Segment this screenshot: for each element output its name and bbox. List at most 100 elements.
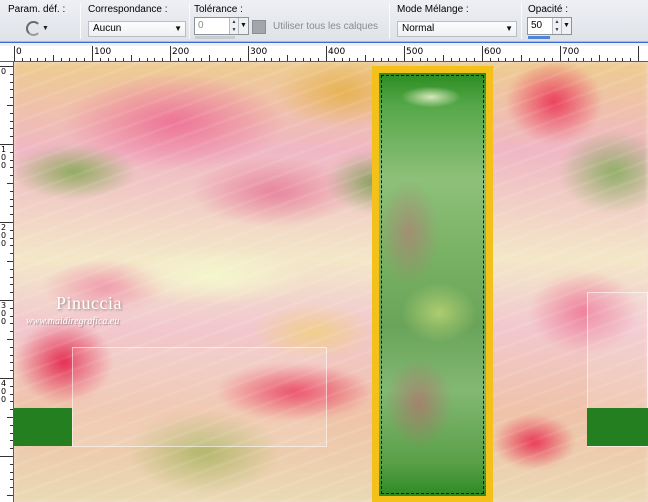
ruler-tick bbox=[10, 354, 13, 356]
ruler-tick bbox=[60, 58, 62, 61]
ruler-tick bbox=[380, 58, 382, 61]
ruler-tick bbox=[10, 307, 13, 309]
ruler-tick bbox=[10, 323, 13, 325]
ruler-label: 300 bbox=[250, 47, 268, 57]
ruler-tick bbox=[10, 128, 13, 130]
ruler-label: 0 bbox=[1, 395, 7, 404]
ruler-tick bbox=[287, 55, 288, 61]
blend-mode-dropdown[interactable]: Normal ▼ bbox=[397, 21, 517, 37]
translucent-frame-left bbox=[72, 347, 327, 447]
blend-mode-value: Normal bbox=[402, 23, 435, 34]
image-canvas[interactable]: Pinuccia www.maidiregrafica.eu bbox=[14, 62, 648, 502]
ruler-tick bbox=[10, 479, 13, 481]
ruler-tick bbox=[10, 409, 13, 411]
ruler-tick bbox=[427, 58, 429, 61]
tolerance-slider[interactable] bbox=[195, 36, 235, 39]
ruler-tick bbox=[10, 292, 13, 294]
use-all-layers-checkbox[interactable] bbox=[252, 20, 266, 34]
ruler-tick bbox=[10, 471, 13, 473]
ruler-tick bbox=[552, 58, 554, 61]
ruler-tick bbox=[29, 58, 31, 61]
separator bbox=[389, 3, 390, 39]
vertical-ruler[interactable]: 0100200300400 bbox=[0, 62, 14, 502]
ruler-tick bbox=[10, 346, 13, 348]
ruler-tick bbox=[10, 214, 13, 216]
ruler-tick bbox=[396, 58, 398, 61]
ruler-tick bbox=[84, 58, 86, 61]
tolerance-stepper[interactable]: ▲ ▼ bbox=[229, 18, 238, 34]
ruler-tick bbox=[138, 58, 140, 61]
ruler-tick bbox=[7, 417, 13, 418]
tolerance-spinbox[interactable]: 0 ▲ ▼ ▼ bbox=[194, 17, 249, 35]
ruler-tick bbox=[10, 190, 13, 192]
ruler-tick bbox=[10, 440, 13, 442]
ruler-tick bbox=[466, 58, 468, 61]
ruler-tick bbox=[193, 58, 195, 61]
ruler-label: 100 bbox=[94, 47, 112, 57]
tolerance-label: Tolérance : bbox=[194, 4, 243, 15]
ruler-tick bbox=[560, 46, 561, 61]
use-all-layers-label: Utiliser tous les calques bbox=[273, 21, 379, 32]
ruler-tick bbox=[240, 58, 242, 61]
ruler-tick bbox=[536, 58, 538, 61]
ruler-tick bbox=[10, 268, 13, 270]
ruler-tick bbox=[10, 245, 13, 247]
ruler-tick bbox=[10, 198, 13, 200]
tolerance-value: 0 bbox=[198, 20, 204, 31]
horizontal-ruler[interactable]: 0 100 200 300 400 500 600 700 bbox=[0, 46, 648, 62]
ruler-tick bbox=[107, 58, 109, 61]
opacity-slider[interactable] bbox=[528, 36, 550, 39]
watermark-url: www.maidiregrafica.eu bbox=[26, 316, 120, 327]
green-band-left bbox=[14, 408, 72, 446]
ruler-tick bbox=[302, 58, 304, 61]
green-band-right bbox=[587, 408, 648, 446]
ruler-tick bbox=[10, 448, 13, 450]
ruler-tick bbox=[544, 58, 546, 61]
ruler-tick bbox=[10, 393, 13, 395]
ruler-tick bbox=[497, 58, 499, 61]
ruler-label: 0 bbox=[1, 67, 7, 76]
ruler-tick bbox=[10, 89, 13, 91]
ruler-tick bbox=[310, 58, 312, 61]
ruler-tick bbox=[10, 362, 13, 364]
ruler-tick bbox=[10, 229, 13, 231]
chevron-down-icon[interactable]: ▼ bbox=[561, 18, 571, 34]
ruler-tick bbox=[154, 58, 156, 61]
separator bbox=[80, 3, 81, 39]
ruler-tick bbox=[14, 46, 15, 61]
ruler-tick bbox=[482, 46, 483, 61]
ruler-tick bbox=[443, 55, 444, 61]
preset-label: Param. déf. : bbox=[8, 4, 66, 15]
ruler-tick bbox=[255, 58, 257, 61]
ruler-tick bbox=[68, 58, 70, 61]
ruler-tick bbox=[10, 424, 13, 426]
ruler-tick bbox=[326, 46, 327, 61]
chevron-down-icon[interactable]: ▼ bbox=[238, 18, 248, 34]
ruler-tick bbox=[146, 58, 148, 61]
ruler-tick bbox=[10, 136, 13, 138]
opacity-stepper[interactable]: ▲ ▼ bbox=[552, 18, 561, 34]
ruler-tick bbox=[599, 55, 600, 61]
ruler-tick bbox=[10, 151, 13, 153]
opacity-spinbox[interactable]: 50 ▲ ▼ ▼ bbox=[527, 17, 572, 35]
ruler-tick bbox=[614, 58, 616, 61]
ruler-tick bbox=[10, 463, 13, 465]
ruler-tick bbox=[638, 46, 639, 61]
ruler-tick bbox=[575, 58, 577, 61]
ruler-tick bbox=[606, 58, 608, 61]
ruler-tick bbox=[10, 97, 13, 99]
ruler-tick bbox=[115, 58, 117, 61]
selection-frame[interactable] bbox=[372, 66, 493, 502]
ruler-tick bbox=[489, 58, 491, 61]
match-mode-dropdown[interactable]: Aucun ▼ bbox=[88, 21, 186, 37]
ruler-tick bbox=[10, 284, 13, 286]
ruler-tick bbox=[7, 261, 13, 262]
ruler-tick bbox=[53, 55, 54, 61]
preset-dropdown[interactable]: ▼ bbox=[26, 19, 50, 37]
ruler-tick bbox=[294, 58, 296, 61]
ruler-tick bbox=[419, 58, 421, 61]
ruler-tick bbox=[528, 58, 530, 61]
ruler-label: 0 bbox=[1, 239, 7, 248]
selection-marquee[interactable] bbox=[381, 75, 484, 494]
ruler-tick bbox=[279, 58, 281, 61]
